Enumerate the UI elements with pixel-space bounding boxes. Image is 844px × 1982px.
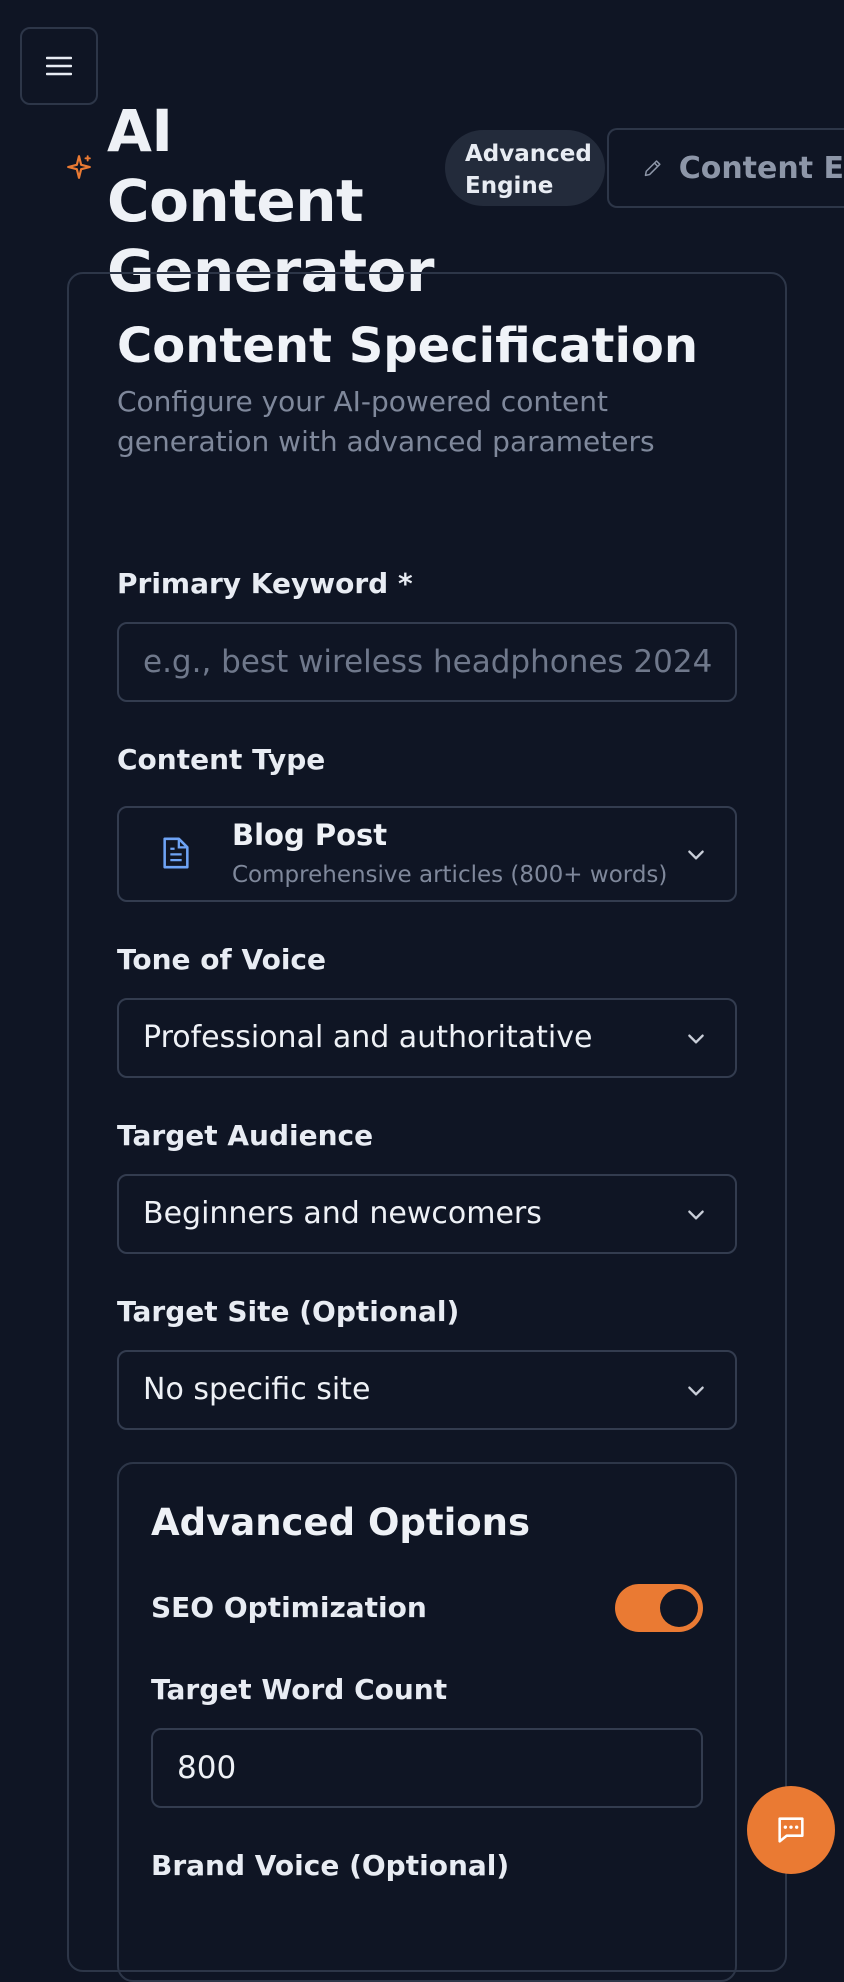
site-select[interactable]: No specific site xyxy=(117,1350,737,1430)
tone-value: Professional and authoritative xyxy=(143,1020,593,1055)
brand-voice-label: Brand Voice (Optional) xyxy=(151,1849,510,1882)
chevron-down-icon xyxy=(688,1034,704,1044)
site-value: No specific site xyxy=(143,1372,371,1407)
card-title: Content Specification xyxy=(117,318,699,374)
word-count-label: Target Word Count xyxy=(151,1673,448,1706)
sparkle-icon xyxy=(67,155,91,179)
content-type-select[interactable]: Blog Post Comprehensive articles (800+ w… xyxy=(117,806,737,902)
chevron-down-icon xyxy=(688,850,704,860)
card-subtitle: Configure your AI-powered content genera… xyxy=(117,385,655,458)
keyword-input[interactable] xyxy=(119,624,735,700)
menu-button[interactable] xyxy=(20,27,98,105)
advanced-options-title: Advanced Options xyxy=(151,1501,531,1544)
tone-label: Tone of Voice xyxy=(117,943,327,976)
engine-badge: Advanced Engine xyxy=(445,130,605,206)
seo-label: SEO Optimization xyxy=(151,1591,427,1624)
word-count-field xyxy=(151,1728,703,1808)
hamburger-icon xyxy=(46,56,72,76)
chevron-down-icon xyxy=(688,1210,704,1220)
audience-select[interactable]: Beginners and newcomers xyxy=(117,1174,737,1254)
tone-select[interactable]: Professional and authoritative xyxy=(117,998,737,1078)
word-count-input[interactable] xyxy=(153,1730,701,1806)
tab-content-editor[interactable]: Content E xyxy=(607,128,844,208)
chat-button[interactable] xyxy=(747,1786,835,1874)
audience-label: Target Audience xyxy=(117,1119,374,1152)
document-icon xyxy=(163,837,189,869)
chevron-down-icon xyxy=(688,1386,704,1396)
pencil-icon xyxy=(644,160,661,177)
chat-icon xyxy=(778,1817,804,1843)
keyword-label: Primary Keyword * xyxy=(117,567,413,600)
keyword-field xyxy=(117,622,737,702)
content-type-desc: Comprehensive articles (800+ words) xyxy=(232,862,668,888)
audience-value: Beginners and newcomers xyxy=(143,1196,542,1231)
seo-toggle[interactable] xyxy=(615,1584,703,1632)
site-label: Target Site (Optional) xyxy=(117,1295,460,1328)
tab-content-editor-label: Content E xyxy=(678,150,844,186)
content-type-label: Content Type xyxy=(117,743,326,776)
toggle-knob xyxy=(660,1589,698,1627)
content-type-title: Blog Post xyxy=(232,818,388,852)
